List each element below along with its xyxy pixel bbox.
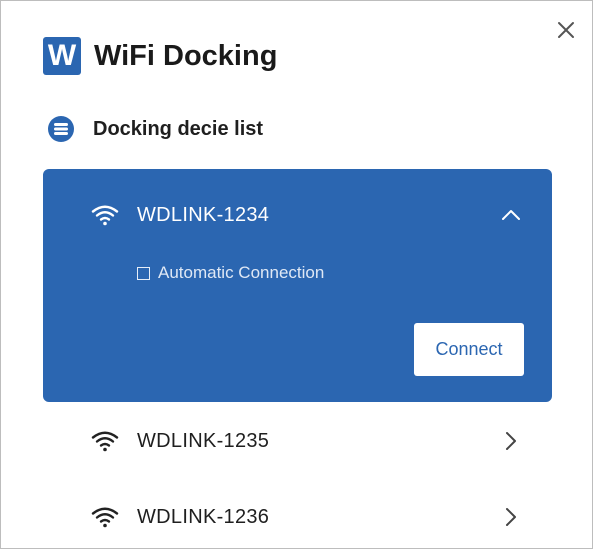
device-name: WDLINK-1235 bbox=[137, 429, 270, 452]
wifi-icon bbox=[91, 507, 119, 528]
device-card-expanded: WDLINK-1234 Automatic Connection Connect bbox=[43, 169, 552, 402]
chevron-right-icon[interactable] bbox=[500, 430, 522, 452]
device-name: WDLINK-1234 bbox=[137, 203, 270, 226]
device-row-wdlink-1234[interactable]: WDLINK-1234 bbox=[43, 195, 552, 235]
auto-connection-checkbox[interactable]: Automatic Connection bbox=[137, 263, 324, 283]
auto-connection-label: Automatic Connection bbox=[158, 263, 325, 282]
section-title: Docking decie list bbox=[93, 117, 264, 140]
device-row-wdlink-1236[interactable]: WDLINK-1236 bbox=[43, 495, 552, 539]
checkbox-box[interactable] bbox=[137, 266, 150, 280]
app-logo: W bbox=[43, 37, 81, 75]
app-header: W WiFi Docking bbox=[43, 37, 277, 75]
close-icon bbox=[558, 22, 574, 38]
chevron-right-icon[interactable] bbox=[500, 506, 522, 528]
app-title: WiFi Docking bbox=[94, 39, 278, 72]
chevron-up-icon[interactable] bbox=[500, 204, 522, 226]
wifi-icon bbox=[91, 431, 119, 452]
section-header: Docking decie list bbox=[47, 115, 263, 143]
list-icon bbox=[48, 116, 74, 142]
wifi-icon bbox=[91, 205, 119, 226]
close-button[interactable] bbox=[553, 17, 579, 43]
device-name: WDLINK-1236 bbox=[137, 505, 270, 528]
device-row-wdlink-1235[interactable]: WDLINK-1235 bbox=[43, 419, 552, 463]
connect-button[interactable]: Connect bbox=[414, 323, 524, 376]
wifi-docking-dialog: W WiFi Docking Docking decie list WDLINK… bbox=[0, 0, 593, 549]
